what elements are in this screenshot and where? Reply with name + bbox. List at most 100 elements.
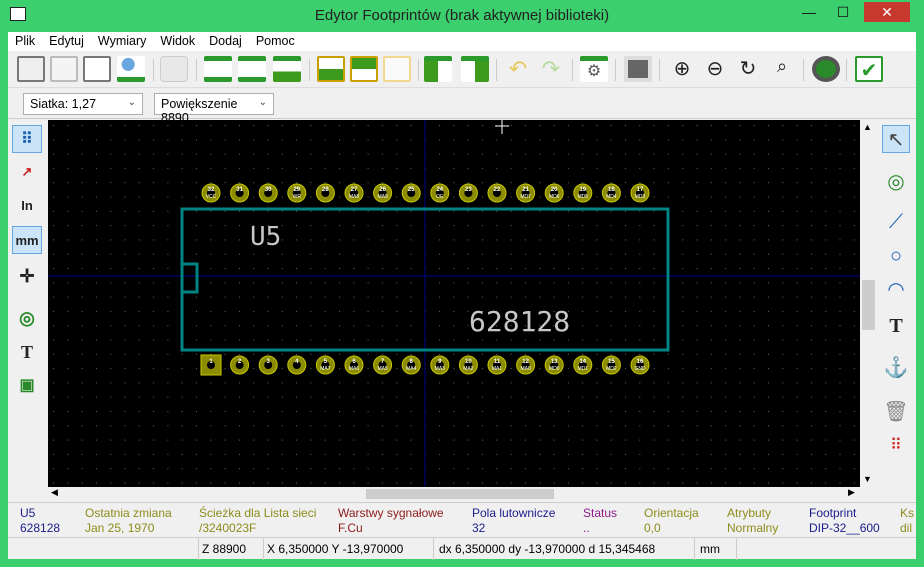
anchor-icon[interactable]: ⚓ bbox=[882, 354, 910, 382]
delete-footprint-icon[interactable] bbox=[160, 56, 188, 82]
pad[interactable]: 8MA4 bbox=[401, 355, 421, 375]
footprint-wizard-icon[interactable] bbox=[238, 56, 266, 82]
update-board-icon[interactable] bbox=[383, 56, 411, 82]
pad[interactable]: 15MD2 bbox=[601, 355, 621, 375]
pad[interactable]: 24OE bbox=[430, 183, 450, 203]
horizontal-scroll-thumb[interactable] bbox=[366, 489, 554, 499]
pad[interactable]: 20MD6 bbox=[544, 183, 564, 203]
pad[interactable]: 31 bbox=[230, 183, 250, 203]
export-footprint-icon[interactable] bbox=[424, 56, 452, 82]
minimize-button[interactable]: — bbox=[794, 2, 824, 22]
polar-coords-icon[interactable]: ↗ bbox=[12, 158, 42, 186]
add-arc-icon[interactable]: ◠ bbox=[882, 276, 910, 304]
new-footprint-icon[interactable] bbox=[204, 56, 232, 82]
grid-toggle-icon[interactable]: ⠿ bbox=[12, 125, 42, 153]
undo-icon[interactable]: ↶ bbox=[504, 56, 532, 82]
pad[interactable]: 22 bbox=[487, 183, 507, 203]
menu-dodaj[interactable]: Dodaj bbox=[202, 32, 249, 51]
pad[interactable]: 1 bbox=[200, 354, 222, 376]
zoom-select[interactable]: Powiększenie 8890 ⌄ bbox=[154, 93, 274, 125]
select-library-icon[interactable] bbox=[17, 56, 45, 82]
pad[interactable]: 13MD0 bbox=[544, 355, 564, 375]
pad[interactable]: 4 bbox=[287, 355, 307, 375]
vertical-scroll-thumb[interactable] bbox=[862, 280, 875, 330]
show-edges-icon[interactable]: ▣ bbox=[12, 372, 42, 400]
pad[interactable]: 27MA8 bbox=[344, 183, 364, 203]
redo-icon[interactable]: ↷ bbox=[537, 56, 565, 82]
reference-text[interactable]: U5 bbox=[250, 222, 281, 252]
scroll-left-icon[interactable]: ◀ bbox=[51, 487, 58, 498]
pad[interactable]: 7MA5 bbox=[373, 355, 393, 375]
pad[interactable]: 16GND bbox=[630, 355, 650, 375]
scroll-up-icon[interactable]: ▲ bbox=[863, 122, 872, 132]
import-footprint-icon[interactable] bbox=[273, 56, 301, 82]
menu-plik[interactable]: Plik bbox=[8, 32, 42, 51]
pad[interactable]: 32VCC bbox=[201, 183, 221, 203]
save-to-library-icon[interactable] bbox=[461, 56, 489, 82]
pad[interactable]: 6MA6 bbox=[344, 355, 364, 375]
pad[interactable]: 14MD1 bbox=[573, 355, 593, 375]
add-line-icon[interactable]: ⟋ bbox=[882, 208, 910, 236]
select-arrow-icon[interactable]: ↖ bbox=[882, 125, 910, 153]
units-inch-button[interactable]: In bbox=[12, 192, 42, 220]
maximize-button[interactable]: ☐ bbox=[828, 2, 858, 22]
pad-number: 29 bbox=[293, 187, 300, 193]
pad[interactable]: 9MA3 bbox=[430, 355, 450, 375]
add-circle-icon[interactable]: ○ bbox=[882, 242, 910, 270]
pad[interactable]: 17MD3 bbox=[630, 183, 650, 203]
pad-settings-icon[interactable] bbox=[812, 56, 840, 82]
vertical-scrollbar[interactable]: ▲ ▼ bbox=[860, 120, 877, 487]
value-text[interactable]: 628128 bbox=[469, 305, 570, 338]
message-column: Warstwy sygnałowe F.Cu bbox=[338, 506, 444, 536]
message-value: 0,0 bbox=[644, 521, 661, 535]
pad[interactable]: 3 bbox=[258, 355, 278, 375]
pad[interactable]: 19MD5 bbox=[573, 183, 593, 203]
load-from-board-icon[interactable] bbox=[317, 56, 345, 82]
footprint-properties-icon[interactable]: ⚙ bbox=[580, 56, 608, 82]
units-mm-button[interactable]: mm bbox=[12, 226, 42, 254]
pad[interactable]: 29WR bbox=[287, 183, 307, 203]
scroll-down-icon[interactable]: ▼ bbox=[863, 474, 872, 484]
scroll-right-icon[interactable]: ▶ bbox=[848, 487, 855, 498]
drawing-canvas[interactable]: U5 628128 32 VCC 31 30 29 WR 28 27 MA8 26 MA9 25 24 O… bbox=[48, 120, 860, 487]
pad-number: 25 bbox=[408, 187, 415, 193]
redraw-icon[interactable]: ↻ bbox=[734, 56, 762, 82]
pad[interactable]: 21MD7 bbox=[516, 183, 536, 203]
pad[interactable]: 28 bbox=[315, 183, 335, 203]
pad[interactable]: 12MA0 bbox=[516, 355, 536, 375]
print-icon[interactable] bbox=[624, 56, 652, 82]
pad[interactable]: 11MA1 bbox=[487, 355, 507, 375]
menu-widok[interactable]: Widok bbox=[153, 32, 202, 51]
grid-origin-icon[interactable]: ⠿ bbox=[882, 432, 910, 460]
save-library-icon[interactable] bbox=[50, 56, 78, 82]
zoom-in-icon[interactable]: ⊕ bbox=[668, 56, 696, 82]
browse-footprints-icon[interactable] bbox=[117, 56, 145, 82]
pad[interactable]: 25 bbox=[401, 183, 421, 203]
pad[interactable]: 5MA7 bbox=[315, 355, 335, 375]
cursor-shape-icon[interactable]: ✛ bbox=[12, 262, 42, 290]
add-text-icon[interactable]: T bbox=[882, 312, 910, 340]
insert-into-board-icon[interactable] bbox=[350, 56, 378, 82]
zoom-fit-icon[interactable]: ⌕ bbox=[768, 56, 796, 82]
pad-number: 28 bbox=[322, 187, 329, 193]
pad[interactable]: 26MA9 bbox=[373, 183, 393, 203]
delete-icon[interactable]: 🗑 bbox=[882, 398, 910, 426]
grid-select[interactable]: Siatka: 1,27 ⌄ bbox=[23, 93, 143, 115]
pad[interactable]: 10MA2 bbox=[458, 355, 478, 375]
close-button[interactable]: ✕ bbox=[864, 2, 910, 22]
text-sketch-icon[interactable]: T bbox=[12, 338, 42, 366]
horizontal-scrollbar[interactable]: ◀ ▶ bbox=[48, 487, 860, 500]
zoom-out-icon[interactable]: ⊖ bbox=[701, 56, 729, 82]
pad-number: 18 bbox=[608, 187, 615, 193]
menu-pomoc[interactable]: Pomoc bbox=[249, 32, 302, 51]
new-library-icon[interactable] bbox=[83, 56, 111, 82]
pad[interactable]: 23 bbox=[458, 183, 478, 203]
pad-sketch-icon[interactable]: ◎ bbox=[12, 304, 42, 332]
menu-wymiary[interactable]: Wymiary bbox=[91, 32, 154, 51]
pad[interactable]: 30 bbox=[258, 183, 278, 203]
pad[interactable]: 2 bbox=[230, 355, 250, 375]
pad[interactable]: 18MD4 bbox=[601, 183, 621, 203]
menu-edytuj[interactable]: Edytuj bbox=[42, 32, 91, 51]
check-footprint-icon[interactable]: ✔ bbox=[855, 56, 883, 82]
add-pad-icon[interactable]: ◎ bbox=[882, 168, 910, 196]
